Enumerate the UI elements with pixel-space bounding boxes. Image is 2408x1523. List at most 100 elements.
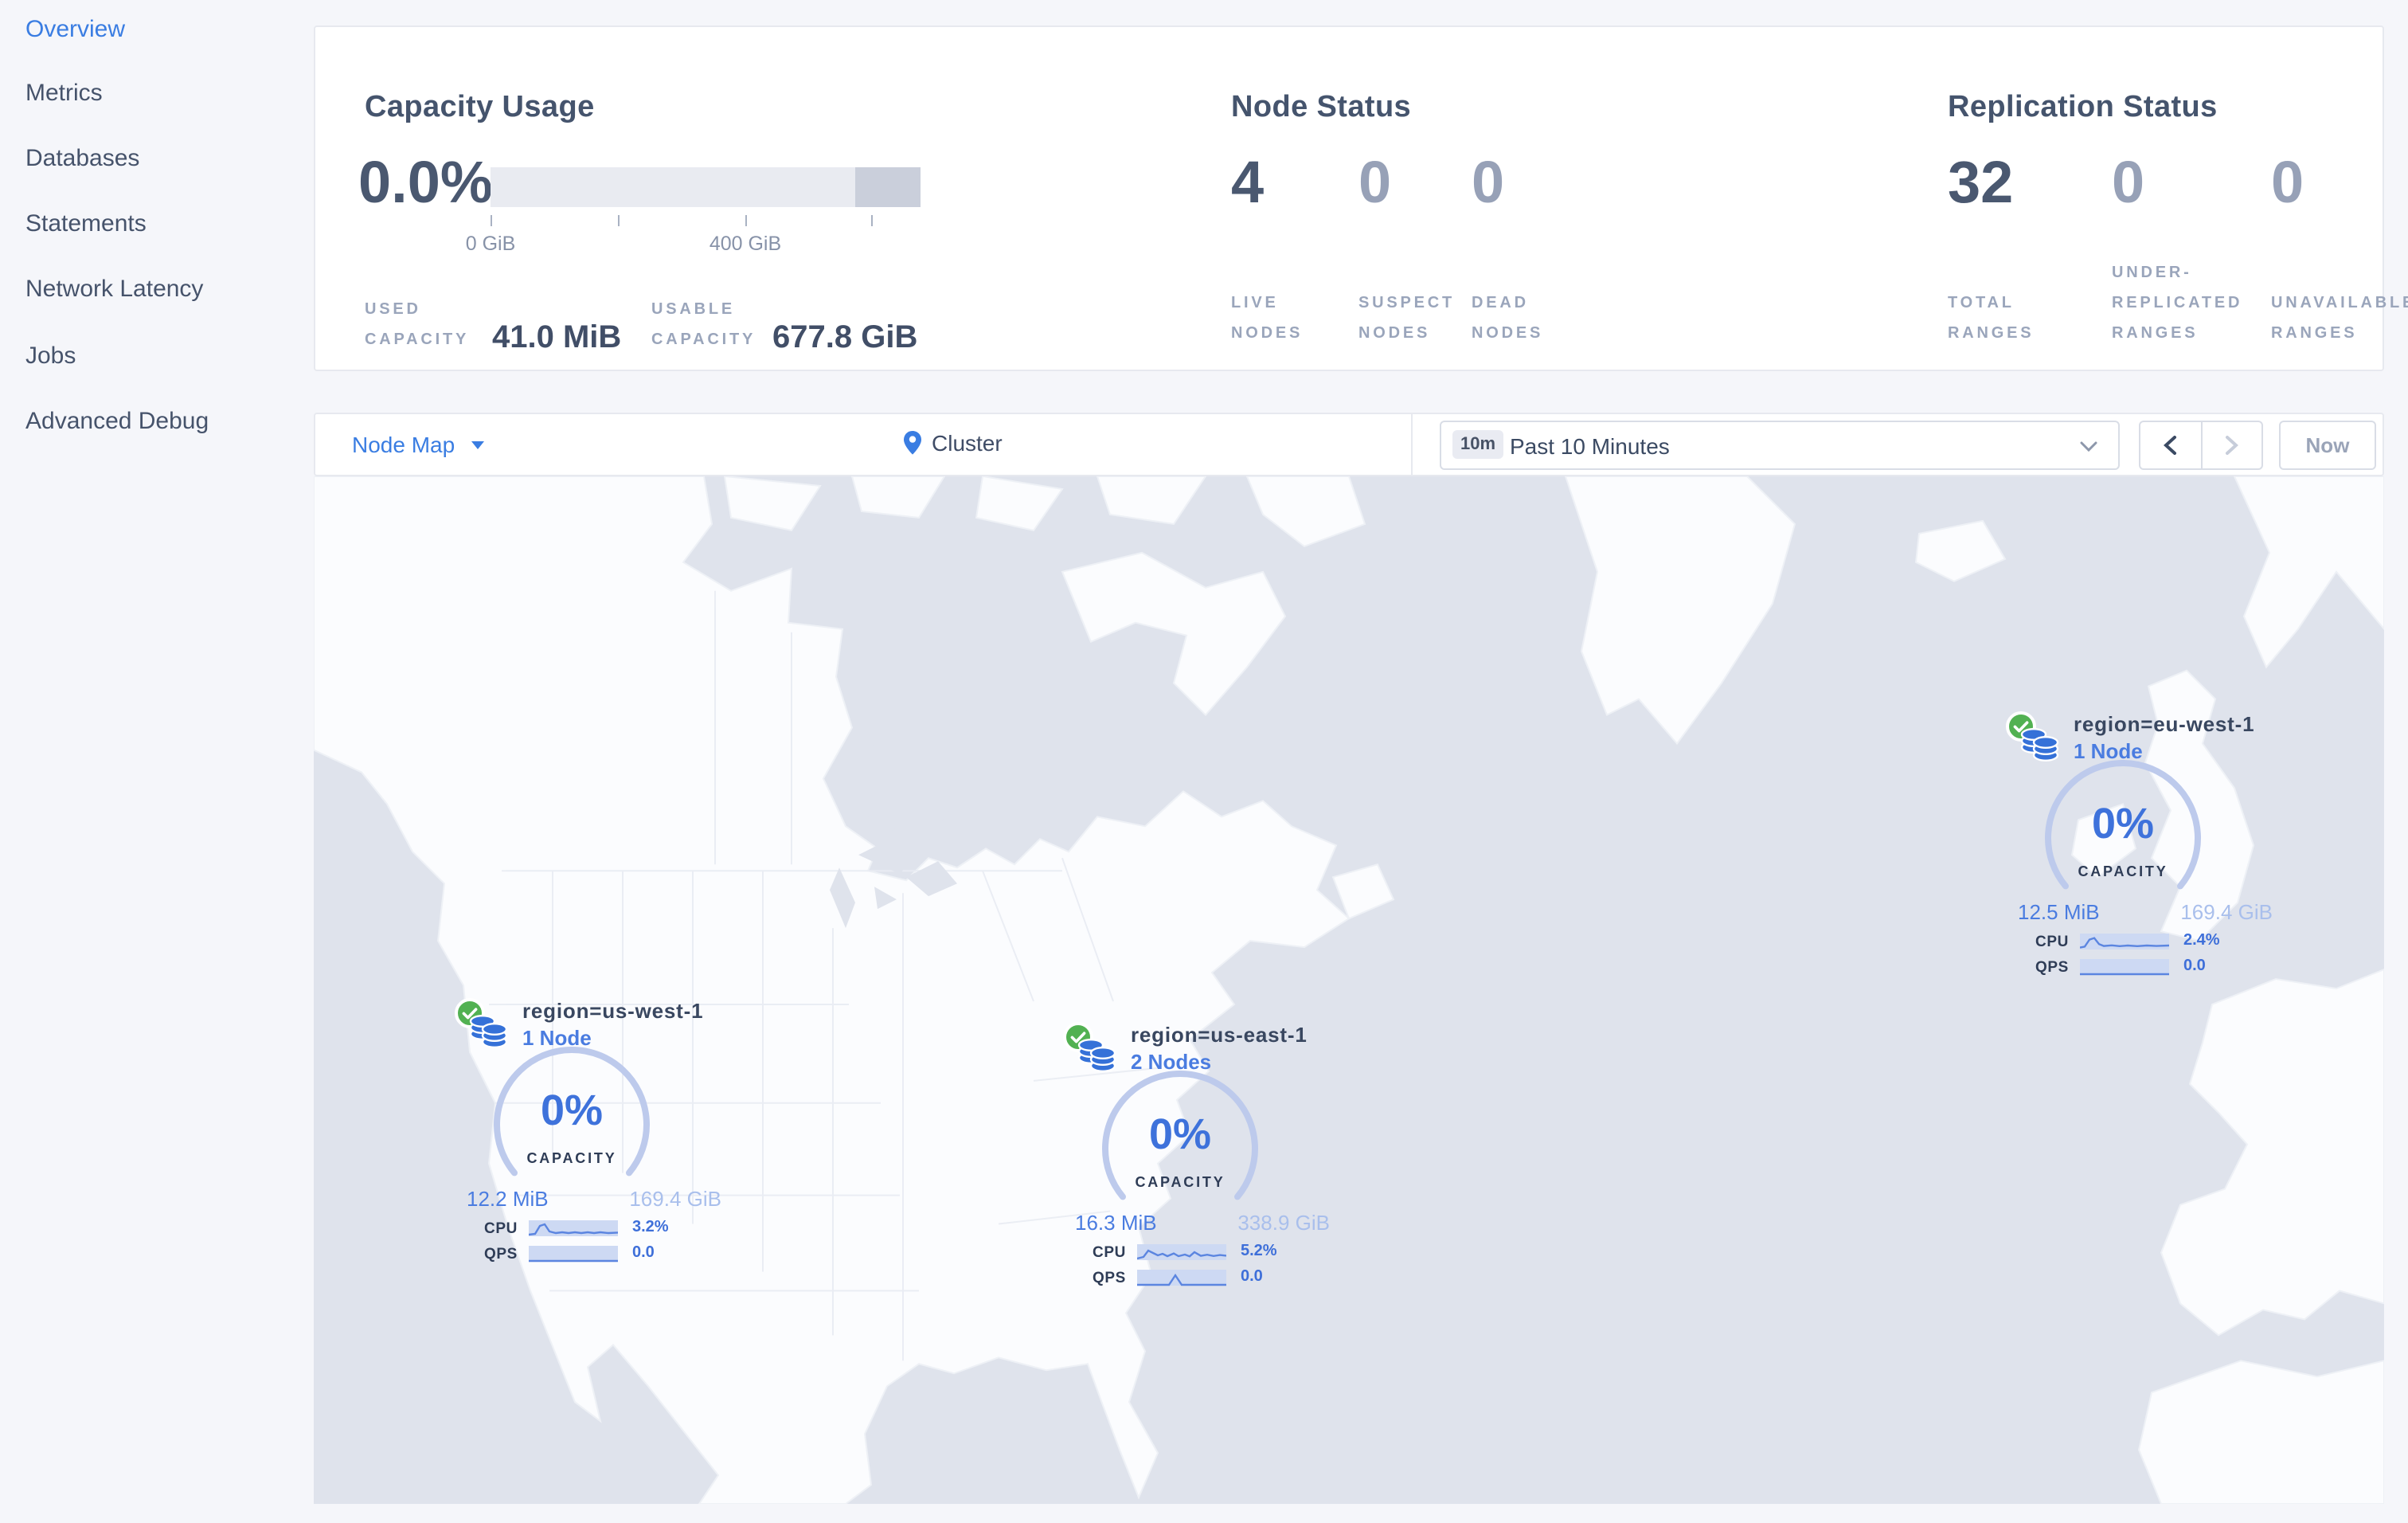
usable-capacity-label: USABLE: [651, 301, 736, 319]
qps-sparkline: [2080, 959, 2169, 976]
time-step-controls: [2139, 421, 2263, 470]
usable-capacity-value: 677.8 GiB: [772, 320, 918, 355]
time-range-label: Past 10 Minutes: [1510, 433, 1670, 459]
sidebar-item-statements[interactable]: Statements: [25, 210, 147, 237]
time-step-back-button[interactable]: [2140, 422, 2202, 468]
sidebar-item-network-latency[interactable]: Network Latency: [25, 276, 203, 303]
used-capacity-value: 41.0 MiB: [492, 320, 622, 355]
cpu-value: 5.2%: [1241, 1243, 1277, 1260]
capacity-tick: [491, 215, 492, 226]
total-ranges-label: TOTAL: [1948, 295, 2015, 312]
gauge-percent: 0%: [2091, 800, 2155, 848]
capacity-percent: 0.0%: [358, 150, 493, 215]
gauge-percent: 0%: [540, 1086, 604, 1134]
live-nodes-value: 4: [1231, 150, 1265, 215]
region-marker-eu-west-1: region=eu-west-1 1 Node 0% CAPACITY 12.5…: [2005, 711, 2285, 985]
sidebar-item-databases[interactable]: Databases: [25, 145, 139, 172]
cluster-summary-panel: Capacity Usage 0.0% 0 GiB 400 GiB USED C…: [314, 25, 2408, 371]
qps-label: QPS: [484, 1246, 518, 1263]
region-used-capacity: 12.5 MiB: [2018, 900, 2100, 924]
sidebar: Overview Metrics Databases Statements Ne…: [0, 0, 314, 1523]
region-label: region=us-east-1: [1131, 1023, 1308, 1047]
qps-value: 0.0: [632, 1244, 655, 1262]
live-nodes-label: LIVE: [1231, 295, 1279, 312]
time-step-forward-button[interactable]: [2202, 422, 2261, 468]
capacity-tick: [618, 215, 620, 226]
now-button[interactable]: Now: [2279, 421, 2376, 470]
db-console-overview-page: Overview Metrics Databases Statements Ne…: [0, 0, 2408, 1523]
dead-nodes-value: 0: [1472, 150, 1505, 215]
capacity-tick-label: 0 GiB: [465, 233, 516, 255]
capacity-gauge: 0% CAPACITY: [2043, 758, 2203, 918]
qps-value: 0.0: [1241, 1268, 1263, 1286]
chevron-down-icon: [471, 441, 484, 449]
view-selector-dropdown[interactable]: Node Map: [352, 432, 484, 457]
live-nodes-label: NODES: [1231, 325, 1304, 343]
qps-value: 0.0: [2183, 957, 2206, 975]
cpu-value: 2.4%: [2183, 932, 2220, 949]
capacity-usage-title: Capacity Usage: [365, 90, 595, 124]
capacity-gauge: 0% CAPACITY: [492, 1045, 651, 1204]
capacity-gauge: 0% CAPACITY: [1100, 1069, 1260, 1228]
region-marker-us-east-1: region=us-east-1 2 Nodes 0% CAPACITY 16.…: [1062, 1021, 1343, 1295]
usable-capacity-label: CAPACITY: [651, 331, 756, 349]
qps-sparkline: [529, 1246, 618, 1263]
capacity-bar: [491, 167, 921, 207]
under-replicated-label: UNDER-: [2112, 264, 2192, 282]
region-used-capacity: 16.3 MiB: [1075, 1211, 1157, 1235]
cpu-label: CPU: [2035, 934, 2069, 951]
suspect-nodes-value: 0: [1358, 150, 1392, 215]
gauge-percent: 0%: [1148, 1110, 1212, 1158]
qps-sparkline: [1137, 1270, 1226, 1286]
time-range-badge: 10m: [1452, 430, 1504, 459]
capacity-tick: [745, 215, 747, 226]
cpu-sparkline: [1137, 1244, 1226, 1260]
time-range-dropdown[interactable]: 10m Past 10 Minutes: [1440, 421, 2120, 470]
suspect-nodes-label: SUSPECT: [1358, 295, 1456, 312]
sidebar-item-metrics[interactable]: Metrics: [25, 80, 103, 107]
replication-status-title: Replication Status: [1948, 90, 2218, 124]
region-used-capacity: 12.2 MiB: [467, 1187, 549, 1211]
unavailable-ranges-value: 0: [2271, 150, 2304, 215]
region-total-capacity: 169.4 GiB: [629, 1187, 721, 1211]
under-replicated-value: 0: [2112, 150, 2145, 215]
qps-label: QPS: [1093, 1270, 1126, 1287]
capacity-tick-label: 400 GiB: [709, 233, 782, 255]
total-ranges-value: 32: [1948, 150, 2014, 215]
region-total-capacity: 169.4 GiB: [2180, 900, 2273, 924]
unavailable-ranges-label: RANGES: [2271, 325, 2358, 343]
chevron-down-icon: [2080, 441, 2097, 452]
world-map: [314, 476, 2384, 1504]
gauge-capacity-label: CAPACITY: [1135, 1174, 1226, 1190]
qps-label: QPS: [2035, 959, 2069, 977]
gauge-capacity-label: CAPACITY: [526, 1150, 617, 1166]
node-status-title: Node Status: [1231, 90, 1412, 124]
used-capacity-label: USED: [365, 301, 421, 319]
sidebar-item-overview[interactable]: Overview: [25, 16, 125, 43]
cpu-label: CPU: [484, 1220, 518, 1238]
suspect-nodes-label: NODES: [1358, 325, 1431, 343]
under-replicated-label: REPLICATED: [2112, 295, 2243, 312]
cpu-label: CPU: [1093, 1244, 1126, 1262]
sidebar-item-jobs[interactable]: Jobs: [25, 343, 76, 370]
capacity-tick: [871, 215, 873, 226]
view-selector-label: Node Map: [352, 432, 455, 457]
region-label: region=us-west-1: [522, 999, 704, 1023]
unavailable-ranges-label: UNAVAILABLE: [2271, 295, 2408, 312]
region-label: region=eu-west-1: [2074, 712, 2255, 736]
node-map[interactable]: region=us-west-1 1 Node 0% CAPACITY 12.2…: [314, 476, 2384, 1504]
total-ranges-label: RANGES: [1948, 325, 2035, 343]
map-toolbar: Node Map Cluster 10m Past 10 Minutes Now: [314, 413, 2384, 478]
toolbar-divider: [1411, 414, 1413, 478]
dead-nodes-label: NODES: [1472, 325, 1544, 343]
cpu-sparkline: [529, 1220, 618, 1236]
region-total-capacity: 338.9 GiB: [1237, 1211, 1330, 1235]
used-capacity-label: CAPACITY: [365, 331, 470, 349]
breadcrumb[interactable]: Cluster: [903, 430, 1003, 456]
region-marker-us-west-1: region=us-west-1 1 Node 0% CAPACITY 12.2…: [454, 997, 734, 1271]
gauge-capacity-label: CAPACITY: [2078, 863, 2168, 879]
chevron-left-icon: [2164, 436, 2177, 455]
cpu-sparkline: [2080, 934, 2169, 949]
sidebar-item-advanced-debug[interactable]: Advanced Debug: [25, 408, 209, 435]
breadcrumb-label: Cluster: [932, 430, 1003, 456]
